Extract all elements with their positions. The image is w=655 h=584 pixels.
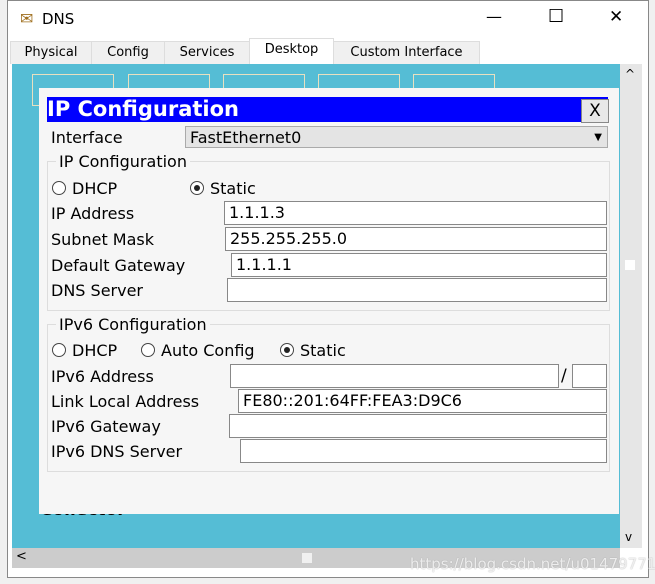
ipv6-prefix-input[interactable] [572,364,607,388]
subnet-mask-label: Subnet Mask [51,230,155,249]
interface-select[interactable]: FastEthernet0 ▼ [185,126,608,148]
ipv6-group-label: IPv6 Configuration [56,315,210,334]
link-local-address-label: Link Local Address [51,392,200,411]
chevron-down-icon: ▼ [594,132,602,143]
interface-label: Interface [51,128,123,147]
ipv6-static-radio[interactable]: Static [280,341,346,360]
default-gateway-input[interactable]: 1.1.1.1 [231,253,607,277]
interface-value: FastEthernet0 [190,128,302,147]
dialog-title: IP Configuration [47,97,608,122]
watermark: https://blog.csdn.net/u014797713 [410,555,655,573]
ip-address-input[interactable]: 1.1.1.3 [224,201,607,225]
ipv6-dns-server-input[interactable] [240,439,607,463]
ip-address-label: IP Address [51,204,135,223]
minimize-button[interactable]: — [486,7,502,26]
tab-physical[interactable]: Physical [10,41,92,64]
maximize-button[interactable]: ☐ [548,6,564,27]
link-local-address-input[interactable]: FE80::201:64FF:FEA3:D9C6 [238,389,607,413]
ipv6-gateway-label: IPv6 Gateway [51,417,161,436]
tab-services[interactable]: Services [164,41,250,64]
ipv4-static-radio[interactable]: Static [190,179,256,198]
tab-config[interactable]: Config [91,41,165,64]
close-button[interactable]: ✕ [609,7,623,27]
prefix-slash: / [561,366,567,386]
ipv4-group-label: IP Configuration [56,152,190,171]
ipv6-dns-server-label: IPv6 DNS Server [51,442,183,461]
dns-server-input[interactable] [227,278,607,302]
ipv6-address-label: IPv6 Address [51,367,154,386]
dialog-close-button[interactable]: X [581,99,609,123]
subnet-mask-input[interactable]: 255.255.255.0 [225,227,607,251]
tab-custom-interface[interactable]: Custom Interface [333,41,480,64]
ipv4-dhcp-radio[interactable]: DHCP [52,179,117,198]
window-title: DNS [42,10,75,28]
ipv6-gateway-input[interactable] [229,414,607,438]
ipv6-dhcp-radio[interactable]: DHCP [52,341,117,360]
dns-app-icon: ✉ [20,9,34,28]
ipv6-address-input[interactable] [230,364,559,388]
tab-desktop[interactable]: Desktop [249,38,334,64]
default-gateway-label: Default Gateway [51,256,186,275]
dns-server-label: DNS Server [51,281,143,300]
ipv6-auto-config-radio[interactable]: Auto Config [141,341,255,360]
vertical-scrollbar[interactable]: ^ v [620,64,642,548]
